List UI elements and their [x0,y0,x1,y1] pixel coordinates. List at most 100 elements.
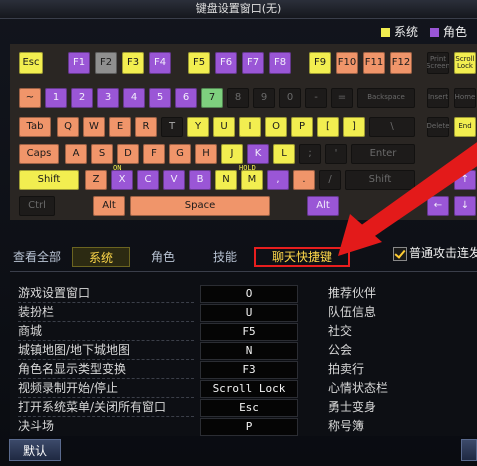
key-o[interactable]: O [265,117,287,137]
key-equals[interactable]: = [331,88,353,108]
binding-key-field[interactable]: U [200,304,298,322]
key-semicolon[interactable]: ; [299,144,321,164]
key-e[interactable]: E [109,117,131,137]
key-shift-right[interactable]: Shift [345,170,415,190]
default-button[interactable]: 默认 [9,439,61,461]
key-g[interactable]: G [169,144,191,164]
key-f1[interactable]: F1 [68,52,90,74]
key-c[interactable]: C [137,170,159,190]
key-f9[interactable]: F9 [309,52,331,74]
key-f3[interactable]: F3 [122,52,144,74]
key-8[interactable]: 8 [227,88,249,108]
right-button[interactable] [461,439,477,461]
key-print-screen[interactable]: Print Screen [427,52,449,74]
tab-character[interactable]: 角色 [134,247,192,267]
key-end[interactable]: End [454,117,476,137]
key-left-bracket[interactable]: [ [317,117,339,137]
key-i[interactable]: I [239,117,261,137]
key-tilde[interactable]: ~ [19,88,41,108]
key-backspace[interactable]: Backspace [357,88,415,108]
key-f12[interactable]: F12 [390,52,412,74]
legend-character-swatch [429,27,439,37]
key-b[interactable]: B [189,170,211,190]
tab-skills[interactable]: 技能 [196,247,254,267]
key-6[interactable]: 6 [175,88,197,108]
key-t[interactable]: T [161,117,183,137]
key-insert[interactable]: Insert [427,88,449,108]
binding-key-field[interactable]: Esc [200,399,298,417]
key-q[interactable]: Q [57,117,79,137]
key-u[interactable]: U [213,117,235,137]
key-right-bracket[interactable]: ] [343,117,365,137]
key-f[interactable]: F [143,144,165,164]
key-arrow-down[interactable]: ↓ [454,196,476,216]
key-1[interactable]: 1 [45,88,67,108]
key-v[interactable]: V [163,170,185,190]
binding-key-field[interactable]: Scroll Lock [200,380,298,398]
binding-label: 游戏设置窗口 [18,286,91,300]
key-j[interactable]: J [221,144,243,164]
tab-system[interactable]: 系统 [72,247,130,267]
key-4[interactable]: 4 [123,88,145,108]
key-2[interactable]: 2 [71,88,93,108]
key-f4[interactable]: F4 [149,52,171,74]
key-x[interactable]: X [111,170,133,190]
key-9[interactable]: 9 [253,88,275,108]
key-f2[interactable]: F2 [95,52,117,74]
key-slash[interactable]: / [319,170,341,190]
key-shift-left[interactable]: Shift [19,170,79,190]
key-f8[interactable]: F8 [269,52,291,74]
binding-key-field[interactable]: F3 [200,361,298,379]
key-home[interactable]: Home [454,88,476,108]
key-m[interactable]: M [241,170,263,190]
binding-key-field[interactable]: N [200,342,298,360]
key-comma[interactable]: , [267,170,289,190]
tab-view-all[interactable]: 查看全部 [8,247,66,267]
key-s[interactable]: S [91,144,113,164]
binding-key-field[interactable]: O [200,285,298,303]
key-scroll-lock[interactable]: Scroll Lock [454,52,476,74]
key-f10[interactable]: F10 [336,52,358,74]
key-0[interactable]: 0 [279,88,301,108]
binding-key-field[interactable]: F5 [200,323,298,341]
key-ctrl-left[interactable]: Ctrl [19,196,55,216]
key-a[interactable]: A [65,144,87,164]
key-enter[interactable]: Enter [351,144,415,164]
key-esc[interactable]: Esc [19,52,43,74]
key-7[interactable]: 7 [201,88,223,108]
key-y[interactable]: Y [187,117,209,137]
key-alt-right[interactable]: Alt [307,196,339,216]
binding-right-label: 心情状态栏 [328,381,389,395]
key-h[interactable]: H [195,144,217,164]
legend-system-label: 系统 [393,25,418,39]
key-f11[interactable]: F11 [363,52,385,74]
key-tab[interactable]: Tab [19,117,51,137]
binding-right-label: 称号簿 [328,419,365,433]
key-alt-left[interactable]: Alt [93,196,125,216]
key-d[interactable]: D [117,144,139,164]
key-p[interactable]: P [291,117,313,137]
key-l[interactable]: L [273,144,295,164]
key-k[interactable]: K [247,144,269,164]
key-f7[interactable]: F7 [242,52,264,74]
key-period[interactable]: . [293,170,315,190]
key-w[interactable]: W [83,117,105,137]
key-3[interactable]: 3 [97,88,119,108]
key-delete[interactable]: Delete [427,117,449,137]
key-backslash[interactable]: \ [369,117,415,137]
key-quote[interactable]: ' [325,144,347,164]
key-minus[interactable]: - [305,88,327,108]
key-z[interactable]: Z [85,170,107,190]
key-arrow-left[interactable]: ← [427,196,449,216]
key-caps[interactable]: Caps [19,144,59,164]
tab-chat-shortcuts[interactable]: 聊天快捷键 [254,247,350,267]
key-r[interactable]: R [135,117,157,137]
auto-attack-checkbox[interactable] [393,247,407,261]
key-arrow-up[interactable]: ↑ [454,170,476,190]
key-f6[interactable]: F6 [215,52,237,74]
key-5[interactable]: 5 [149,88,171,108]
key-f5[interactable]: F5 [188,52,210,74]
key-n[interactable]: N [215,170,237,190]
binding-key-field[interactable]: P [200,418,298,436]
key-space[interactable]: Space [130,196,270,216]
